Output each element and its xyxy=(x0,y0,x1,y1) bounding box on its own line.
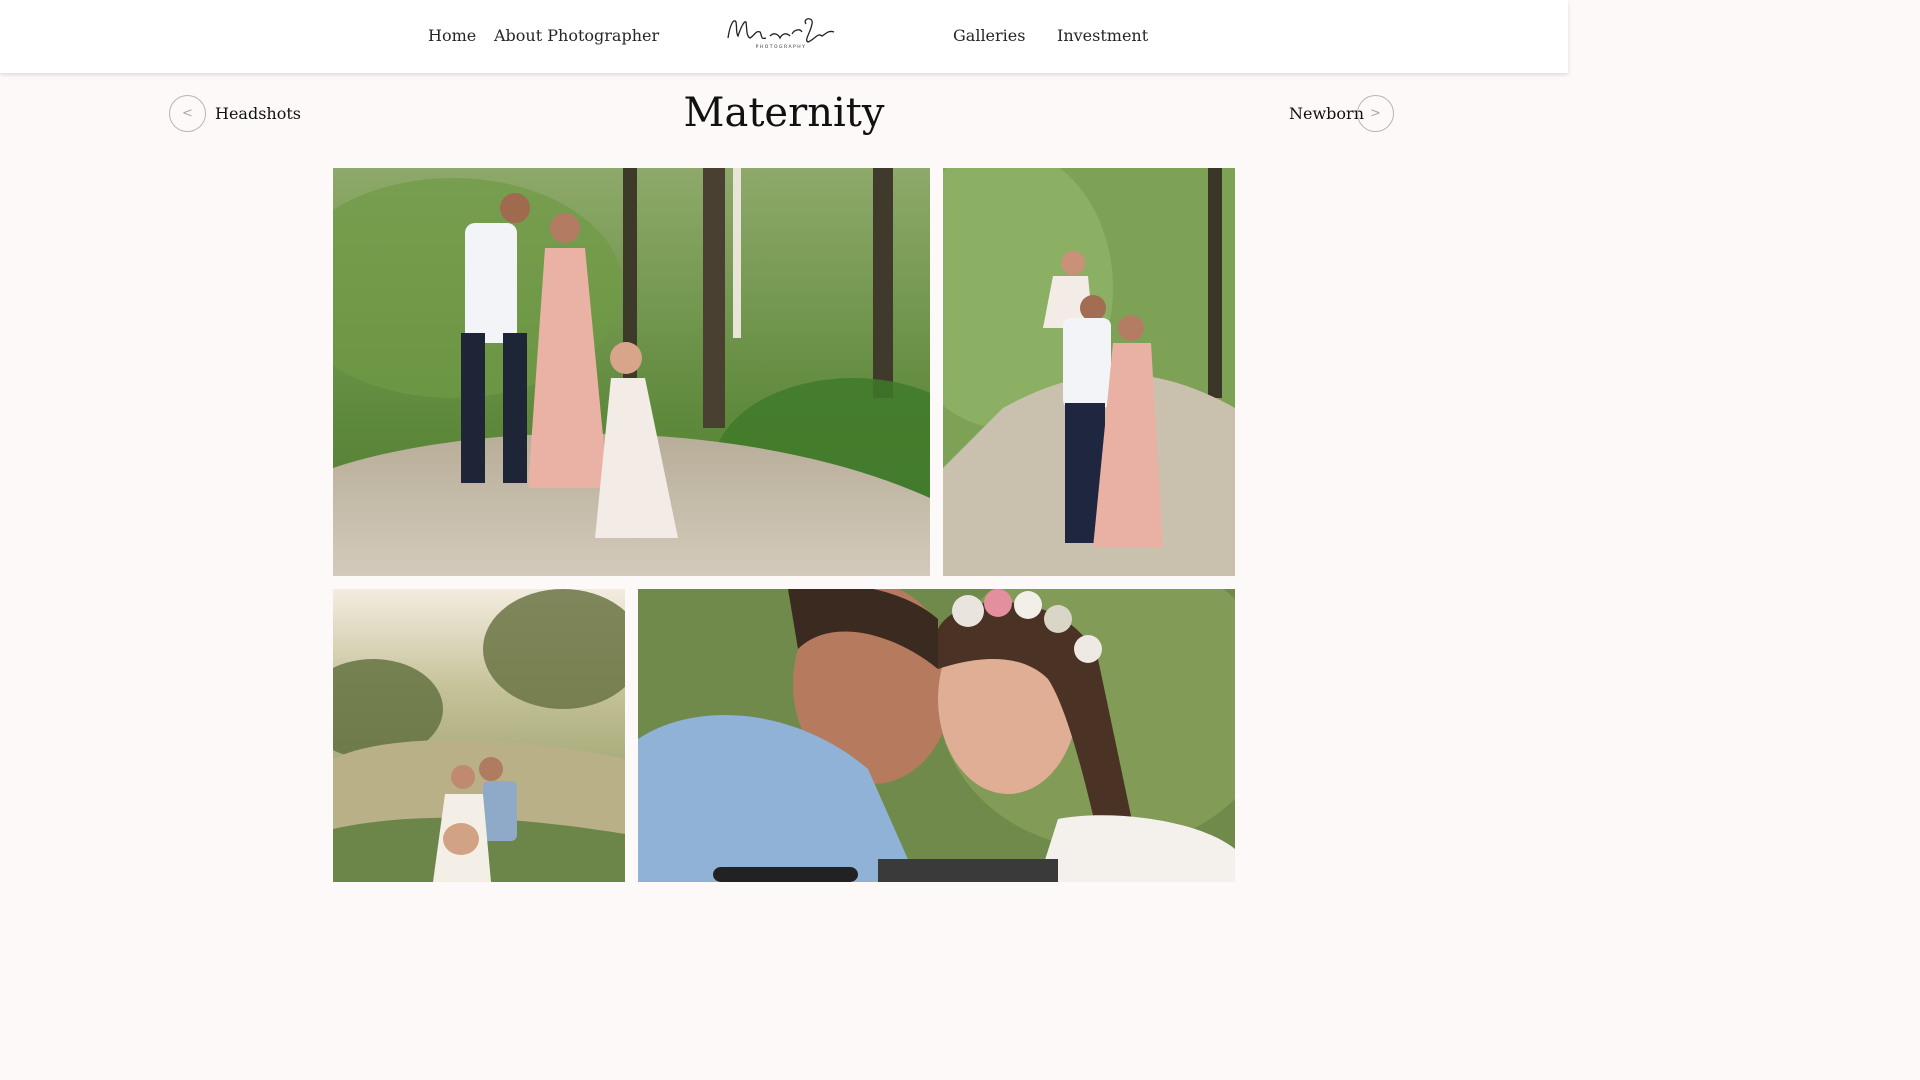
maternity-photo-family-on-forest-path[interactable] xyxy=(333,168,930,576)
nav-galleries-link[interactable]: Galleries xyxy=(953,26,1025,45)
next-gallery-button[interactable]: > xyxy=(1357,95,1394,132)
maternity-photo-couple-closeup-with-ultrasound[interactable] xyxy=(638,589,1235,882)
nav-about-photographer-link[interactable]: About Photographer xyxy=(494,26,659,45)
nav-home-link[interactable]: Home xyxy=(428,26,476,45)
maternity-photo-couple-in-tall-grass[interactable] xyxy=(333,589,625,882)
next-gallery-label[interactable]: Newborn xyxy=(1289,104,1364,123)
maternity-photo-father-lifting-daughter[interactable] xyxy=(943,168,1235,576)
site-logo[interactable]: PHOTOGRAPHY xyxy=(722,10,840,52)
nav-investment-link[interactable]: Investment xyxy=(1057,26,1148,45)
logo-subtitle: PHOTOGRAPHY xyxy=(756,44,807,50)
chevron-right-icon: > xyxy=(1370,106,1381,121)
site-header: Home About Photographer PHOTOGRAPHY Gall… xyxy=(0,0,1568,73)
